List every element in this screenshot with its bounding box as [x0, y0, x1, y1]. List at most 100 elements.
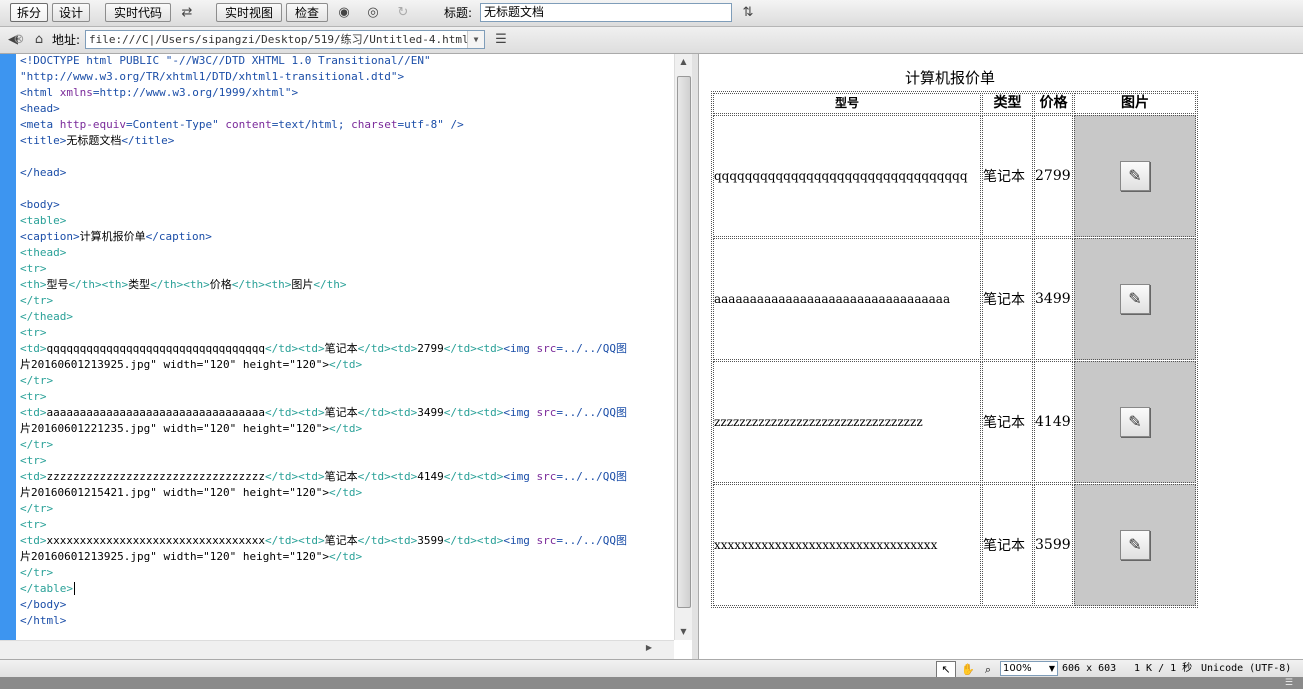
panel-options-icon[interactable]: ☰	[1285, 677, 1293, 689]
model-cell[interactable]: zzzzzzzzzzzzzzzzzzzzzzzzzzzzzzzzz	[713, 361, 981, 483]
code-line[interactable]: <tr>	[20, 453, 672, 469]
code-line[interactable]: <head>	[20, 101, 672, 117]
code-view-panel[interactable]: <!DOCTYPE html PUBLIC "-//W3C//DTD XHTML…	[0, 53, 693, 660]
code-line[interactable]: <!DOCTYPE html PUBLIC "-//W3C//DTD XHTML…	[20, 53, 672, 69]
code-line[interactable]: </tr>	[20, 565, 672, 581]
address-label: 地址:	[52, 33, 81, 47]
split-view-button[interactable]: 拆分	[10, 3, 48, 22]
address-value: file:///C|/Users/sipangzi/Desktop/519/练习…	[89, 33, 469, 46]
header-price: 价格	[1034, 93, 1073, 114]
stop-icon[interactable]: ⊗	[8, 31, 30, 49]
code-line[interactable]: 片20160601215421.jpg" width="120" height=…	[20, 485, 672, 501]
code-line[interactable]: <tr>	[20, 517, 672, 533]
code-gutter	[0, 54, 16, 640]
select-tool-icon[interactable]: ↖	[936, 661, 956, 678]
zoom-select[interactable]: 100% ▼	[1000, 661, 1058, 676]
code-line[interactable]: <th>型号</th><th>类型</th><th>价格</th><th>图片<…	[20, 277, 672, 293]
code-line[interactable]: </tr>	[20, 501, 672, 517]
scroll-up-icon[interactable]: ▲	[675, 54, 692, 70]
price-table[interactable]: 型号 类型 价格 图片 qqqqqqqqqqqqqqqqqqqqqqqqqqqq…	[711, 91, 1198, 608]
live-code-button[interactable]: 实时代码	[105, 3, 171, 22]
refresh-icon[interactable]: ↻	[392, 4, 414, 22]
table-row: zzzzzzzzzzzzzzzzzzzzzzzzzzzzzzzzz 笔记本 41…	[713, 361, 1196, 483]
code-line[interactable]: 片20160601221235.jpg" width="120" height=…	[20, 421, 672, 437]
code-line[interactable]: <tr>	[20, 389, 672, 405]
code-line[interactable]: <table>	[20, 213, 672, 229]
file-compare-icon[interactable]: ⇄	[176, 4, 198, 22]
address-input[interactable]: file:///C|/Users/sipangzi/Desktop/519/练习…	[85, 30, 485, 49]
code-line[interactable]: <meta http-equiv=Content-Type" content=t…	[20, 117, 672, 133]
type-cell[interactable]: 笔记本	[982, 361, 1033, 483]
code-line[interactable]: </tr>	[20, 437, 672, 453]
split-divider[interactable]	[692, 54, 699, 659]
code-line[interactable]: </html>	[20, 613, 672, 629]
title-input[interactable]: 无标题文档	[480, 3, 732, 22]
image-cell[interactable]: ✎	[1074, 115, 1196, 237]
table-row: aaaaaaaaaaaaaaaaaaaaaaaaaaaaaaaaa 笔记本 34…	[713, 238, 1196, 360]
code-line[interactable]	[20, 181, 672, 197]
file-management-icon[interactable]: ⇅	[737, 4, 759, 22]
code-line[interactable]: <body>	[20, 197, 672, 213]
header-model: 型号	[713, 93, 981, 114]
design-view-button[interactable]: 设计	[52, 3, 90, 22]
broken-image-icon[interactable]: ✎	[1120, 407, 1150, 437]
table-row: xxxxxxxxxxxxxxxxxxxxxxxxxxxxxxxxx 笔记本 35…	[713, 484, 1196, 606]
live-view-button[interactable]: 实时视图	[216, 3, 282, 22]
model-cell[interactable]: qqqqqqqqqqqqqqqqqqqqqqqqqqqqqqqqq	[713, 115, 981, 237]
inspect-button[interactable]: 检查	[286, 3, 328, 22]
image-cell[interactable]: ✎	[1074, 361, 1196, 483]
code-line[interactable]: 片20160601213925.jpg" width="120" height=…	[20, 549, 672, 565]
scroll-right-icon[interactable]: ▶	[646, 643, 652, 652]
code-line[interactable]: <html xmlns=http://www.w3.org/1999/xhtml…	[20, 85, 672, 101]
window-size[interactable]: 606 x 603	[1062, 662, 1116, 676]
code-line[interactable]: <thead>	[20, 245, 672, 261]
code-line[interactable]: <caption>计算机报价单</caption>	[20, 229, 672, 245]
chevron-down-icon[interactable]: ▼	[467, 31, 484, 48]
model-cell[interactable]: xxxxxxxxxxxxxxxxxxxxxxxxxxxxxxxxx	[713, 484, 981, 606]
view-options-icon[interactable]: ☰	[490, 31, 512, 49]
code-line[interactable]: </head>	[20, 165, 672, 181]
code-line[interactable]: <td>zzzzzzzzzzzzzzzzzzzzzzzzzzzzzzzzz</t…	[20, 469, 672, 485]
code-line[interactable]: </table>	[20, 581, 672, 597]
type-cell[interactable]: 笔记本	[982, 238, 1033, 360]
price-cell[interactable]: 2799	[1034, 115, 1073, 237]
header-type: 类型	[982, 93, 1033, 114]
price-cell[interactable]: 3599	[1034, 484, 1073, 606]
image-cell[interactable]: ✎	[1074, 238, 1196, 360]
code-line[interactable]: <td>xxxxxxxxxxxxxxxxxxxxxxxxxxxxxxxxx</t…	[20, 533, 672, 549]
code-line[interactable]: </thead>	[20, 309, 672, 325]
code-line[interactable]: </tr>	[20, 373, 672, 389]
code-line[interactable]: </body>	[20, 597, 672, 613]
chevron-down-icon: ▼	[1048, 664, 1055, 673]
visual-aids-icon[interactable]: ◎	[362, 4, 384, 22]
code-line[interactable]: "http://www.w3.org/TR/xhtml1/DTD/xhtml1-…	[20, 69, 672, 85]
code-line[interactable]: <tr>	[20, 325, 672, 341]
code-line[interactable]: 片20160601213925.jpg" width="120" height=…	[20, 357, 672, 373]
broken-image-icon[interactable]: ✎	[1120, 284, 1150, 314]
image-cell[interactable]: ✎	[1074, 484, 1196, 606]
type-cell[interactable]: 笔记本	[982, 115, 1033, 237]
home-icon[interactable]: ⌂	[28, 31, 50, 49]
scrollbar-thumb[interactable]	[677, 76, 691, 608]
globe-icon[interactable]: ◉	[333, 4, 355, 22]
code-horizontal-scrollbar[interactable]: ▶	[0, 640, 674, 660]
code-line[interactable]: <title>无标题文档</title>	[20, 133, 672, 149]
code-line[interactable]: <td>aaaaaaaaaaaaaaaaaaaaaaaaaaaaaaaaa</t…	[20, 405, 672, 421]
code-line[interactable]	[20, 149, 672, 165]
code-line[interactable]: </tr>	[20, 293, 672, 309]
model-cell[interactable]: aaaaaaaaaaaaaaaaaaaaaaaaaaaaaaaaa	[713, 238, 981, 360]
price-cell[interactable]: 3499	[1034, 238, 1073, 360]
hand-tool-icon[interactable]: ✋	[958, 661, 978, 678]
scroll-down-icon[interactable]: ▼	[675, 624, 692, 640]
code-vertical-scrollbar[interactable]: ▲ ▼	[674, 54, 692, 640]
table-caption: 计算机报价单	[904, 69, 995, 87]
code-line[interactable]: <tr>	[20, 261, 672, 277]
type-cell[interactable]: 笔记本	[982, 484, 1033, 606]
design-view-panel[interactable]: 计算机报价单 型号 类型 价格 图片 qqqqqqqqqqqqqqqqqqqqq…	[699, 54, 1303, 659]
zoom-tool-icon[interactable]: ⌕	[978, 661, 998, 678]
code-line[interactable]: <td>qqqqqqqqqqqqqqqqqqqqqqqqqqqqqqqqq</t…	[20, 341, 672, 357]
price-cell[interactable]: 4149	[1034, 361, 1073, 483]
broken-image-icon[interactable]: ✎	[1120, 530, 1150, 560]
broken-image-icon[interactable]: ✎	[1120, 161, 1150, 191]
code-editor[interactable]: <!DOCTYPE html PUBLIC "-//W3C//DTD XHTML…	[20, 53, 672, 629]
